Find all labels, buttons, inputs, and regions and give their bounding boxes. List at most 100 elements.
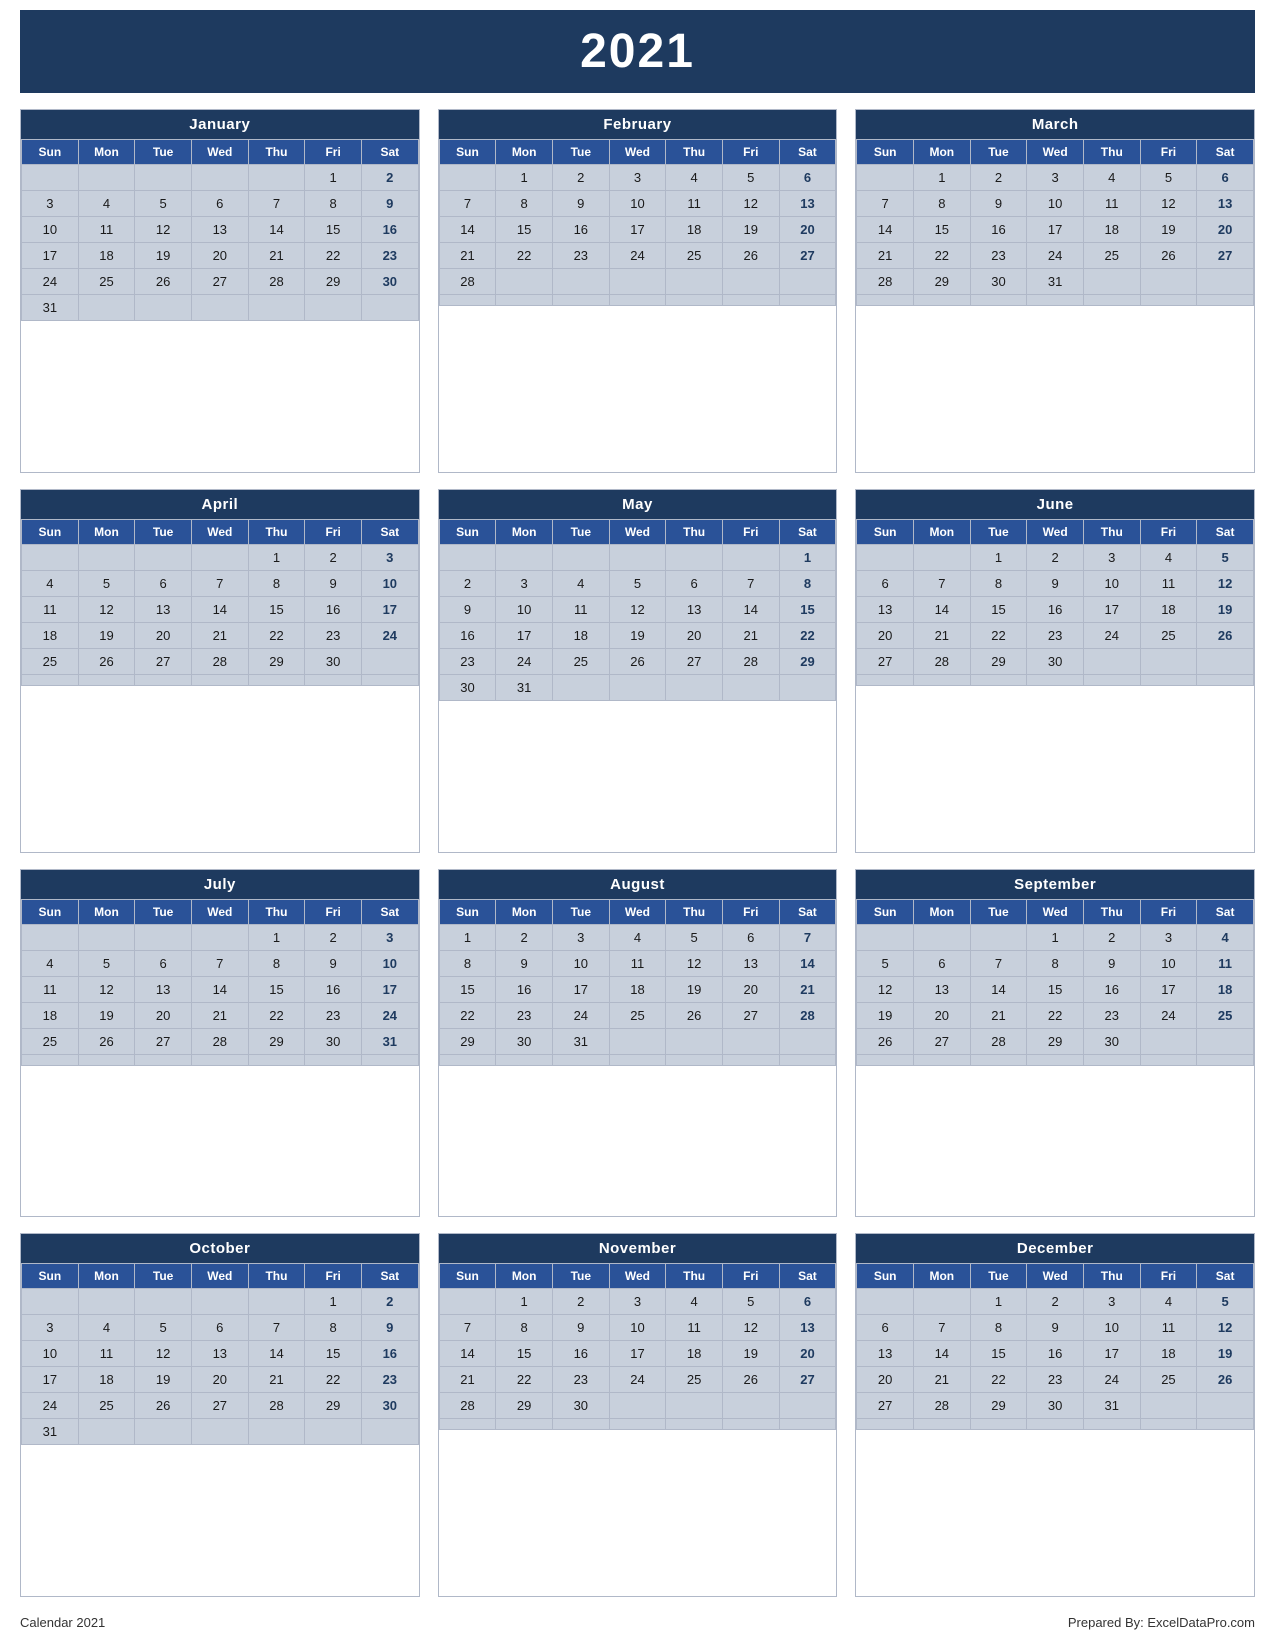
day-cell: 13	[779, 1315, 836, 1341]
day-header-wed: Wed	[191, 519, 248, 544]
day-cell: 22	[305, 1367, 362, 1393]
day-cell	[305, 295, 362, 321]
day-cell	[779, 674, 836, 700]
day-header-wed: Wed	[191, 1264, 248, 1289]
day-cell	[857, 674, 914, 685]
day-cell: 4	[609, 924, 666, 950]
day-cell: 3	[1027, 165, 1084, 191]
month-table: SunMonTueWedThuFriSat1234567891011121314…	[856, 519, 1254, 686]
day-cell: 21	[722, 622, 779, 648]
day-cell: 15	[970, 596, 1027, 622]
day-cell: 3	[1083, 544, 1140, 570]
day-cell: 4	[666, 165, 723, 191]
day-cell: 28	[248, 269, 305, 295]
day-cell: 4	[1140, 544, 1197, 570]
day-cell	[666, 295, 723, 306]
day-header-sun: Sun	[439, 140, 496, 165]
day-cell: 18	[78, 243, 135, 269]
day-cell: 26	[857, 1028, 914, 1054]
day-cell: 13	[191, 217, 248, 243]
day-cell: 24	[496, 648, 553, 674]
day-header-wed: Wed	[1027, 899, 1084, 924]
day-cell: 2	[970, 165, 1027, 191]
day-cell: 16	[439, 622, 496, 648]
day-cell: 19	[135, 1367, 192, 1393]
day-cell: 5	[722, 165, 779, 191]
day-cell: 8	[913, 191, 970, 217]
week-row: 3456789	[22, 191, 419, 217]
day-cell	[1083, 269, 1140, 295]
day-cell: 13	[1197, 191, 1254, 217]
day-cell	[78, 674, 135, 685]
day-cell: 20	[913, 1002, 970, 1028]
day-cell: 2	[552, 165, 609, 191]
day-cell: 10	[22, 1341, 79, 1367]
month-title: March	[856, 110, 1254, 139]
day-cell: 29	[970, 1393, 1027, 1419]
day-cell: 28	[191, 1028, 248, 1054]
page: 2021 JanuarySunMonTueWedThuFriSat1234567…	[0, 0, 1275, 1650]
day-cell: 14	[439, 1341, 496, 1367]
month-september: SeptemberSunMonTueWedThuFriSat1234567891…	[855, 869, 1255, 1218]
day-cell	[135, 165, 192, 191]
day-cell: 20	[1197, 217, 1254, 243]
day-header-tue: Tue	[552, 519, 609, 544]
month-january: JanuarySunMonTueWedThuFriSat123456789101…	[20, 109, 420, 473]
day-header-tue: Tue	[552, 899, 609, 924]
day-header-mon: Mon	[78, 1264, 135, 1289]
day-header-wed: Wed	[1027, 519, 1084, 544]
day-header-wed: Wed	[191, 899, 248, 924]
day-header-fri: Fri	[1140, 140, 1197, 165]
day-cell: 3	[22, 191, 79, 217]
day-cell	[135, 1054, 192, 1065]
day-cell: 1	[1027, 924, 1084, 950]
day-cell: 25	[78, 1393, 135, 1419]
day-cell: 18	[609, 976, 666, 1002]
day-cell: 24	[361, 1002, 418, 1028]
day-cell: 22	[248, 622, 305, 648]
day-cell: 31	[1027, 269, 1084, 295]
day-header-tue: Tue	[970, 140, 1027, 165]
day-cell: 9	[496, 950, 553, 976]
day-header-sun: Sun	[22, 1264, 79, 1289]
day-cell: 15	[1027, 976, 1084, 1002]
day-cell	[722, 1419, 779, 1430]
day-cell: 19	[609, 622, 666, 648]
day-cell: 11	[1140, 570, 1197, 596]
day-cell: 19	[135, 243, 192, 269]
day-header-wed: Wed	[191, 140, 248, 165]
day-cell: 30	[361, 269, 418, 295]
month-title: April	[21, 490, 419, 519]
day-cell: 29	[779, 648, 836, 674]
day-cell: 30	[552, 1393, 609, 1419]
day-header-mon: Mon	[78, 899, 135, 924]
day-cell	[552, 295, 609, 306]
day-cell	[22, 674, 79, 685]
day-cell: 25	[666, 243, 723, 269]
day-cell	[248, 1289, 305, 1315]
day-cell	[305, 1054, 362, 1065]
day-cell: 31	[496, 674, 553, 700]
month-november: NovemberSunMonTueWedThuFriSat12345678910…	[438, 1233, 838, 1597]
day-cell: 25	[552, 648, 609, 674]
day-cell: 16	[496, 976, 553, 1002]
day-cell: 1	[248, 924, 305, 950]
day-cell: 30	[1027, 1393, 1084, 1419]
day-cell: 8	[439, 950, 496, 976]
day-cell: 25	[22, 1028, 79, 1054]
week-row: 12	[22, 1289, 419, 1315]
week-row: 11121314151617	[22, 596, 419, 622]
day-cell	[857, 1054, 914, 1065]
day-header-sat: Sat	[779, 519, 836, 544]
day-cell: 25	[1083, 243, 1140, 269]
day-cell: 24	[609, 243, 666, 269]
day-cell	[609, 1393, 666, 1419]
day-header-mon: Mon	[496, 899, 553, 924]
week-row: 23242526272829	[439, 648, 836, 674]
day-cell: 3	[1140, 924, 1197, 950]
month-title: May	[439, 490, 837, 519]
day-cell: 14	[191, 596, 248, 622]
day-cell: 12	[722, 1315, 779, 1341]
day-cell: 19	[1197, 596, 1254, 622]
week-row: 24252627282930	[22, 269, 419, 295]
